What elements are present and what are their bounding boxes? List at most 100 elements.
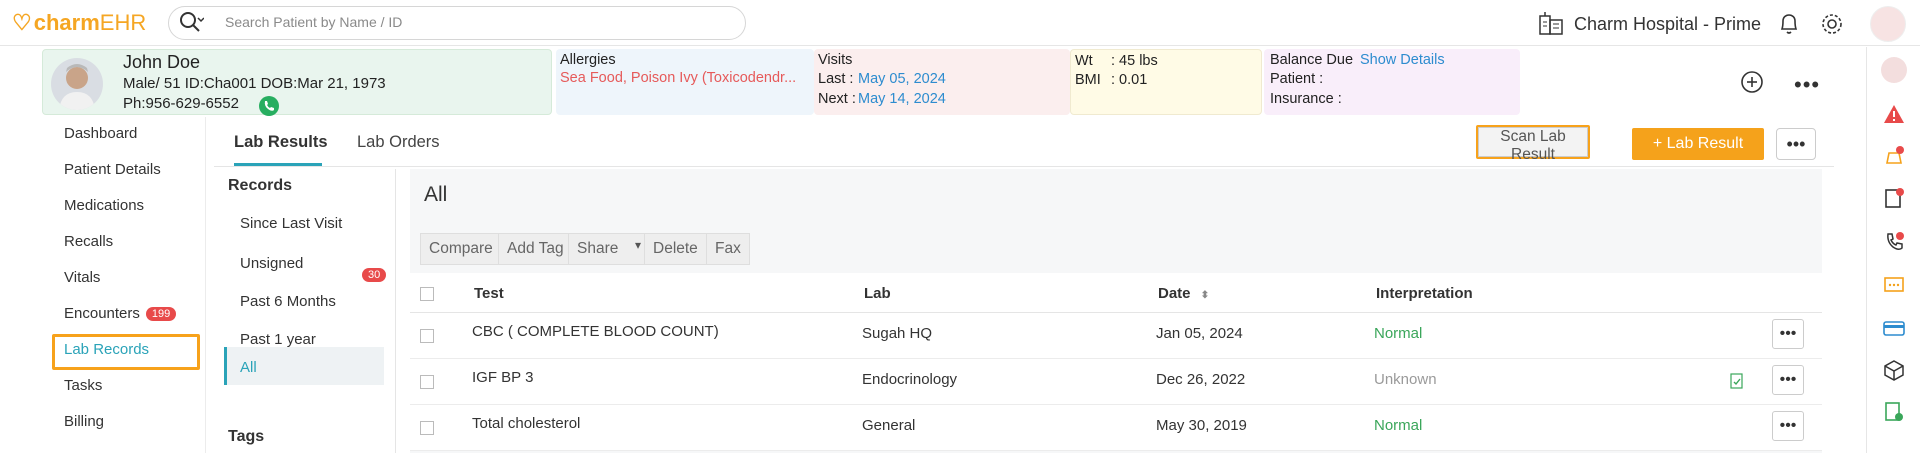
lab-more-button[interactable]: ••• xyxy=(1776,128,1816,160)
add-tag-button[interactable]: Add Tag xyxy=(498,233,573,265)
brand-main: charm xyxy=(33,10,100,35)
row-checkbox[interactable] xyxy=(420,375,434,389)
filter-past-1-year[interactable]: Past 1 year xyxy=(240,331,316,348)
package-icon[interactable] xyxy=(1883,359,1905,381)
hospital-logo-badge[interactable] xyxy=(1870,6,1906,42)
active-tab-indicator xyxy=(234,163,322,166)
tab-lab-results[interactable]: Lab Results xyxy=(234,133,328,152)
select-all-checkbox[interactable] xyxy=(420,287,434,301)
table-row[interactable]: Total cholesterol General May 30, 2019 N… xyxy=(410,405,1822,451)
hospital-icon xyxy=(1539,12,1563,35)
table-row[interactable]: IGF BP 3 Endocrinology Dec 26, 2022 Unkn… xyxy=(410,359,1822,405)
patient-more-button[interactable]: ••• xyxy=(1794,72,1820,98)
table-header: Test Lab Date ⬍ Interpretation xyxy=(410,273,1822,313)
balance-patient-label: Patient : xyxy=(1270,71,1324,87)
bmi-label: BMI xyxy=(1075,72,1101,88)
tab-lab-orders[interactable]: Lab Orders xyxy=(357,133,440,152)
bell-icon[interactable] xyxy=(1778,12,1800,36)
balance-insurance-label: Insurance : xyxy=(1270,91,1342,107)
col-date[interactable]: Date ⬍ xyxy=(1158,285,1209,302)
chat-icon[interactable] xyxy=(1883,275,1905,297)
sidebar-item-recalls[interactable]: Recalls xyxy=(64,233,113,250)
billing-card-icon[interactable] xyxy=(1883,317,1905,339)
search-input[interactable] xyxy=(225,14,725,30)
encounters-count-badge: 199 xyxy=(145,307,177,322)
patient-sidebar: Dashboard Patient Details Medications Re… xyxy=(44,117,206,453)
allergies-panel[interactable]: Allergies Sea Food, Poison Ivy (Toxicode… xyxy=(556,49,814,115)
lab-tabs: Lab Results Lab Orders Scan Lab Result +… xyxy=(214,117,1834,167)
sidebar-item-patient-details[interactable]: Patient Details xyxy=(64,161,161,178)
share-dropdown[interactable]: Share ▾ xyxy=(568,233,650,265)
allergies-value: Sea Food, Poison Ivy (Toxicodendr... xyxy=(560,70,797,86)
visits-next-date[interactable]: May 14, 2024 xyxy=(858,91,946,107)
documents-icon[interactable] xyxy=(1883,187,1905,209)
row-test[interactable]: Total cholesterol xyxy=(472,415,580,432)
vitals-panel: Wt : 45 lbs BMI : 0.01 xyxy=(1070,49,1262,115)
balance-panel: Balance Due Show Details Patient : Insur… xyxy=(1264,49,1520,115)
gear-icon[interactable] xyxy=(1820,12,1844,36)
add-lab-result-button[interactable]: + Lab Result xyxy=(1632,128,1764,160)
top-bar: ♡charmEHR Charm Hospital - Prime xyxy=(0,0,1920,46)
table-row[interactable]: CBC ( COMPLETE BLOOD COUNT) Sugah HQ Jan… xyxy=(410,313,1822,359)
col-interpretation[interactable]: Interpretation xyxy=(1376,285,1473,302)
row-more-button[interactable]: ••• xyxy=(1772,319,1804,349)
show-details-link[interactable]: Show Details xyxy=(1360,52,1445,68)
scan-lab-result-button[interactable]: Scan Lab Result xyxy=(1478,127,1588,163)
sidebar-item-encounters-label: Encounters xyxy=(64,305,140,322)
wt-label: Wt xyxy=(1075,53,1093,69)
grid-title: All xyxy=(424,183,448,206)
row-checkbox[interactable] xyxy=(420,329,434,343)
row-interpretation: Normal xyxy=(1374,417,1423,434)
fax-button[interactable]: Fax xyxy=(706,233,750,265)
filter-since-last-visit[interactable]: Since Last Visit xyxy=(240,215,342,232)
compare-button[interactable]: Compare xyxy=(420,233,502,265)
row-lab: General xyxy=(862,417,916,434)
row-more-button[interactable]: ••• xyxy=(1772,411,1804,441)
row-test[interactable]: CBC ( COMPLETE BLOOD COUNT) xyxy=(472,323,719,340)
filter-unsigned[interactable]: Unsigned xyxy=(240,255,303,272)
row-lab: Endocrinology xyxy=(862,371,958,388)
delete-button[interactable]: Delete xyxy=(644,233,707,265)
signed-document-icon[interactable] xyxy=(1730,373,1744,389)
lab-report-icon[interactable] xyxy=(1883,401,1905,423)
visits-last-label: Last : xyxy=(818,71,854,87)
visits-last-date[interactable]: May 05, 2024 xyxy=(858,71,946,87)
visits-panel: Visits Last : May 05, 2024 Next : May 14… xyxy=(814,49,1070,115)
phone-icon[interactable] xyxy=(1883,231,1905,253)
patient-search-box[interactable] xyxy=(168,6,746,40)
share-label: Share xyxy=(577,240,619,257)
sidebar-item-lab-records[interactable]: Lab Records xyxy=(64,341,149,358)
row-test[interactable]: IGF BP 3 xyxy=(472,369,533,386)
patient-demographics[interactable]: John Doe Male/ 51 ID:Cha001 DOB:Mar 21, … xyxy=(42,49,552,116)
lab-results-grid: All Compare Add Tag Share ▾ Delete Fax T… xyxy=(410,169,1822,453)
patient-name[interactable]: John Doe xyxy=(123,52,200,73)
sidebar-item-tasks[interactable]: Tasks xyxy=(64,377,102,394)
sort-icon[interactable]: ⬍ xyxy=(1201,290,1209,301)
user-avatar-icon[interactable] xyxy=(1881,57,1907,83)
wt-value: : 45 lbs xyxy=(1111,53,1158,69)
phone-call-icon[interactable] xyxy=(259,96,279,116)
sidebar-item-encounters[interactable]: Encounters 199 xyxy=(64,305,177,322)
facility-name[interactable]: Charm Hospital - Prime xyxy=(1574,14,1761,35)
visits-next-label: Next : xyxy=(818,91,856,107)
sidebar-item-vitals[interactable]: Vitals xyxy=(64,269,100,286)
alert-icon[interactable] xyxy=(1883,103,1905,125)
col-lab[interactable]: Lab xyxy=(864,285,891,302)
row-checkbox[interactable] xyxy=(420,421,434,435)
col-test[interactable]: Test xyxy=(474,285,504,302)
records-filter-panel: Records Since Last Visit Unsigned 30 Pas… xyxy=(214,169,396,453)
chevron-down-icon: ▾ xyxy=(634,238,641,252)
add-circle-icon[interactable] xyxy=(1740,70,1764,94)
filter-past-6-months[interactable]: Past 6 Months xyxy=(240,293,336,310)
reminder-icon[interactable] xyxy=(1883,145,1905,167)
sidebar-item-billing[interactable]: Billing xyxy=(64,413,104,430)
filter-all[interactable]: All xyxy=(240,359,257,376)
row-more-button[interactable]: ••• xyxy=(1772,365,1804,395)
bmi-value: : 0.01 xyxy=(1111,72,1148,88)
patient-demographic-line: Male/ 51 ID:Cha001 DOB:Mar 21, 1973 xyxy=(123,75,386,92)
sidebar-item-medications[interactable]: Medications xyxy=(64,197,144,214)
search-icon[interactable] xyxy=(178,10,204,36)
brand-sub: EHR xyxy=(99,10,147,35)
sidebar-item-dashboard[interactable]: Dashboard xyxy=(64,125,137,142)
charm-logo[interactable]: ♡charmEHR xyxy=(12,10,146,36)
